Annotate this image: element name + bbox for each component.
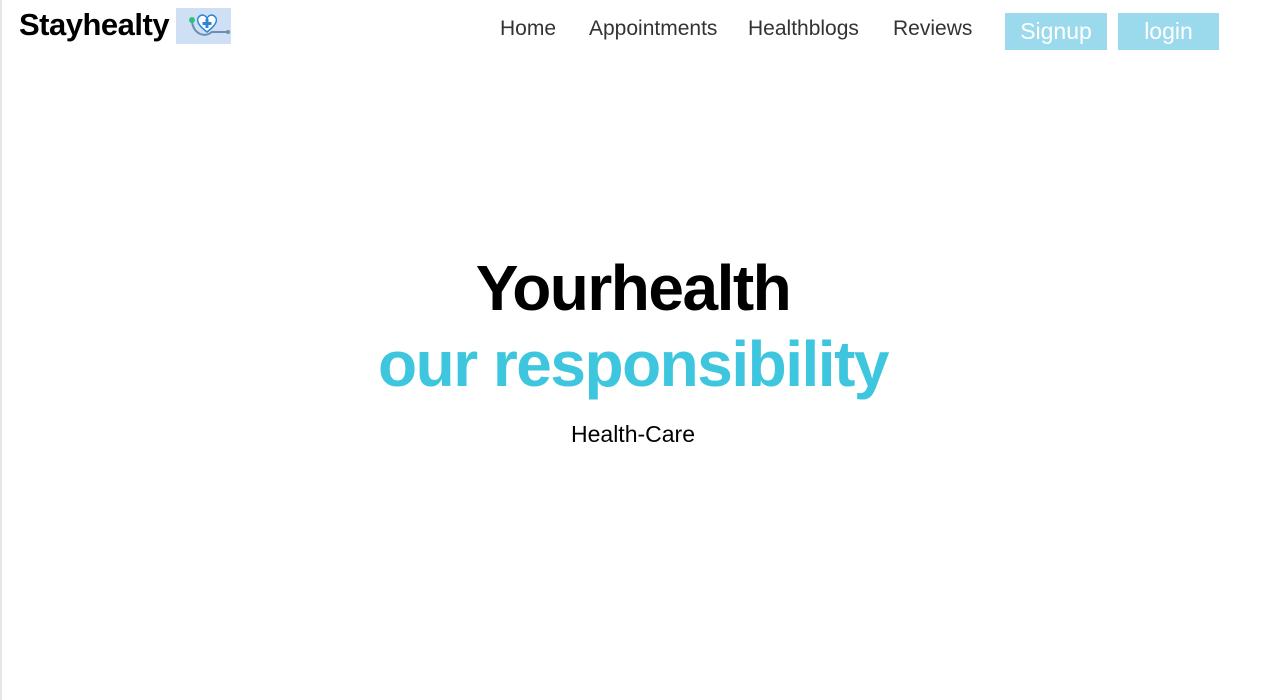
hero-tagline: our responsibility bbox=[378, 328, 889, 400]
page: Stayhealty Home Appointments Healthblogs… bbox=[0, 0, 1264, 700]
nav-link-healthblogs[interactable]: Healthblogs bbox=[748, 16, 859, 42]
stethoscope-heart-icon[interactable] bbox=[176, 8, 232, 44]
hero-subtitle: Health-Care bbox=[571, 421, 695, 447]
signup-button[interactable]: Signup bbox=[1005, 13, 1107, 50]
brand-name[interactable]: Stayhealty bbox=[19, 6, 170, 44]
nav-link-reviews[interactable]: Reviews bbox=[893, 16, 972, 42]
hero-heading: Yourhealth bbox=[475, 252, 792, 324]
navbar: Stayhealty Home Appointments Healthblogs… bbox=[2, 0, 1264, 60]
hero-section: Yourhealth our responsibility Health-Car… bbox=[2, 250, 1264, 448]
nav-link-appointments[interactable]: Appointments bbox=[589, 16, 717, 42]
nav-link-home[interactable]: Home bbox=[500, 16, 556, 42]
brand[interactable]: Stayhealty bbox=[19, 6, 232, 44]
login-button[interactable]: login bbox=[1118, 13, 1219, 50]
